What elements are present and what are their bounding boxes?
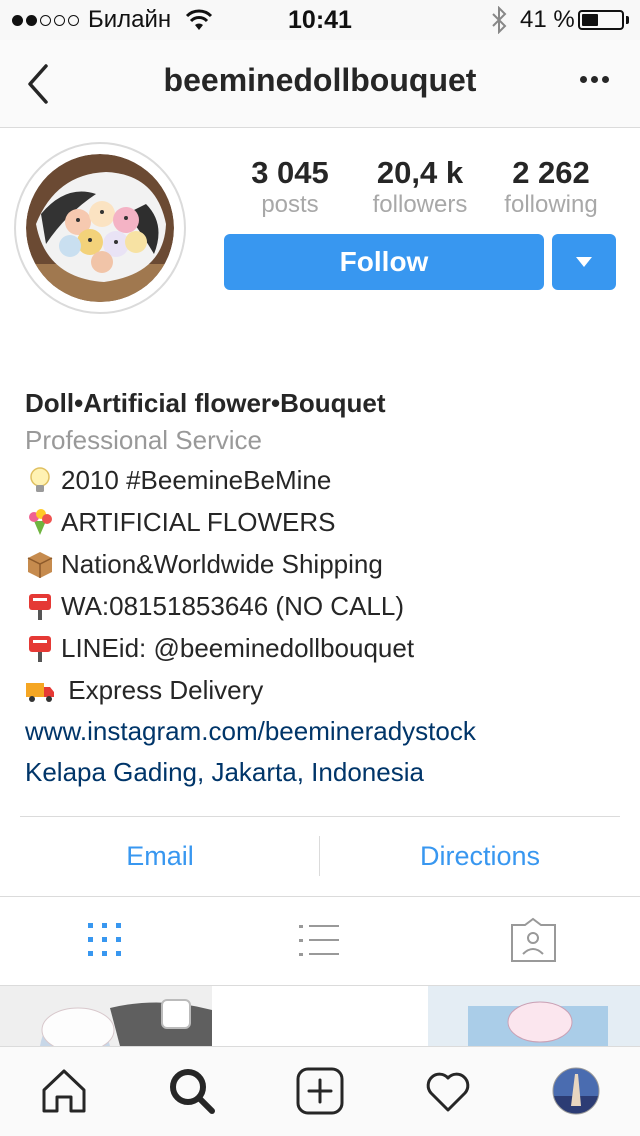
grid-view-icon [88, 923, 121, 956]
activity-heart-icon[interactable] [423, 1066, 473, 1116]
tab-tagged-photos[interactable] [427, 897, 640, 985]
lightbulb-icon [30, 467, 50, 492]
posts-grid [0, 986, 640, 1046]
package-icon [27, 552, 53, 578]
battery-level [582, 14, 598, 26]
search-icon[interactable] [167, 1066, 217, 1116]
tagged-photos-icon [511, 917, 556, 962]
mailbox-icon [29, 594, 51, 620]
chevron-left-icon[interactable] [22, 62, 56, 106]
bio-line: LINEid: @beeminedollbouquet [25, 627, 625, 669]
email-button[interactable]: Email [0, 836, 320, 876]
triangle-down-icon [576, 257, 592, 267]
bio-line-text: Express Delivery [61, 675, 264, 705]
stat-following[interactable]: 2 262 following [486, 155, 616, 219]
bio-category: Professional Service [25, 425, 262, 455]
new-post-icon[interactable] [295, 1066, 345, 1116]
bio-name: Doll•Artificial flower•Bouquet [25, 388, 386, 418]
post-image [428, 986, 640, 1046]
follow-button[interactable]: Follow [224, 234, 544, 290]
bio-line-text: Nation&Worldwide Shipping [61, 549, 383, 579]
profile-avatar-icon[interactable] [551, 1066, 601, 1116]
battery-cap [626, 16, 629, 24]
profile-username-title: beeminedollbouquet [163, 62, 477, 98]
post-thumbnail[interactable] [214, 986, 426, 1046]
post-image [40, 999, 212, 1046]
mailbox-icon [29, 636, 51, 662]
battery-icon [578, 10, 624, 30]
stat-posts: 3 045 posts [225, 155, 355, 219]
divider [20, 816, 620, 817]
bio-line-text: LINEid: @beeminedollbouquet [61, 633, 415, 663]
stat-posts-count: 3 045 [251, 155, 329, 190]
bio-line-text: ARTIFICIAL FLOWERS [61, 507, 336, 537]
more-dots-icon[interactable] [580, 76, 609, 83]
profile-bio: Doll•Artificial flower•Bouquet Professio… [25, 385, 625, 793]
stat-following-count: 2 262 [512, 155, 590, 190]
tab-grid-view[interactable] [0, 897, 213, 985]
stat-followers[interactable]: 20,4 k followers [355, 155, 485, 219]
directions-button[interactable]: Directions [320, 836, 640, 876]
tab-list-view[interactable] [213, 897, 426, 985]
stat-followers-count: 20,4 k [376, 155, 464, 190]
bio-line: Express Delivery [25, 669, 625, 711]
stat-posts-label: posts [261, 191, 319, 218]
bio-line-text: WA:08151853646 (NO CALL) [61, 591, 405, 621]
bio-line: ARTIFICIAL FLOWERS [25, 501, 625, 543]
bluetooth-icon [492, 6, 507, 34]
stat-following-label: following [504, 191, 598, 218]
battery-percent: 41 % [520, 6, 575, 33]
profile-avatar[interactable] [26, 154, 174, 302]
bio-line-text: 2010 #BeemineBeMine [61, 465, 332, 495]
suggestions-dropdown-button[interactable] [552, 234, 616, 290]
bio-line: 2010 #BeemineBeMine [25, 459, 625, 501]
post-thumbnail[interactable] [428, 986, 640, 1046]
bio-location-link[interactable]: Kelapa Gading, Jakarta, Indonesia [25, 752, 625, 793]
list-view-icon [299, 925, 339, 956]
post-thumbnail[interactable] [0, 986, 212, 1046]
bio-line: Nation&Worldwide Shipping [25, 543, 625, 585]
bouquet-icon [29, 509, 52, 535]
bio-line: WA:08151853646 (NO CALL) [25, 585, 625, 627]
stat-followers-label: followers [372, 191, 468, 218]
delivery-truck-icon [26, 683, 54, 702]
home-icon[interactable] [39, 1066, 89, 1116]
bio-website-link[interactable]: www.instagram.com/beemineradystock [25, 711, 625, 752]
